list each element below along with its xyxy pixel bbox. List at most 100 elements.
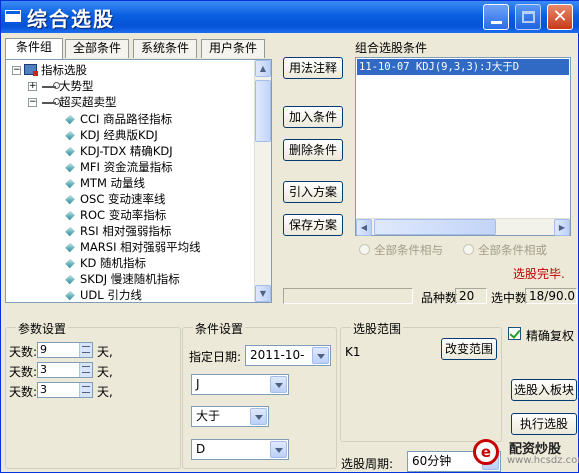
selected-value: 18/90.0: [525, 288, 577, 304]
diamond-icon: [65, 226, 75, 237]
param-label: 天数:: [9, 365, 38, 379]
diamond-icon: [65, 114, 75, 125]
spin-arrows-icon[interactable]: [79, 343, 92, 357]
select-value: D: [196, 442, 206, 456]
days-stepper[interactable]: 9: [37, 342, 93, 358]
param-unit: 天,: [97, 345, 113, 359]
range-value: K1: [345, 345, 361, 359]
diamond-icon: [65, 194, 75, 205]
tree-item[interactable]: RSI 相对强弱指标: [65, 223, 172, 239]
days-stepper[interactable]: 3: [37, 382, 93, 398]
tree-group-trend[interactable]: 大势型: [42, 78, 94, 94]
close-icon: ✕: [552, 6, 568, 27]
watermark: e 配资炒股 www.hcsdz.com: [471, 435, 579, 474]
scroll-down-arrow-icon[interactable]: ▼: [255, 285, 271, 302]
dropdown-arrow-icon[interactable]: [312, 347, 329, 364]
select-value: J: [196, 377, 200, 391]
tree-item[interactable]: MTM 动量线: [65, 175, 145, 191]
indicator-folder-icon: [24, 64, 38, 76]
count-label: 品种数: [421, 291, 458, 305]
date-picker[interactable]: 2011-10-: [245, 345, 331, 366]
tree-item[interactable]: KDJ 经典版KDJ: [65, 127, 158, 143]
operator-select[interactable]: 大于: [191, 406, 269, 427]
tree-item[interactable]: CCI 商品路径指标: [65, 111, 172, 127]
scroll-left-arrow-icon[interactable]: ◀: [356, 219, 372, 236]
scroll-thumb[interactable]: [374, 219, 496, 235]
maximize-button[interactable]: [515, 4, 541, 30]
usage-notes-button[interactable]: 用法注释: [283, 57, 343, 79]
period-label: 选股周期:: [341, 457, 394, 471]
change-range-button[interactable]: 改变范围: [441, 338, 497, 360]
diamond-icon: [65, 242, 75, 253]
execute-screening-button[interactable]: 执行选股: [511, 413, 577, 435]
key-icon: [42, 82, 60, 89]
delete-condition-button[interactable]: 删除条件: [283, 139, 343, 161]
combo-conditions-title: 组合选股条件: [355, 41, 428, 55]
param-label: 天数:: [9, 385, 38, 399]
tab-system-conditions[interactable]: 系统条件: [133, 39, 197, 58]
tree-root[interactable]: 指标选股: [24, 62, 87, 78]
tree-item-label: RSI 相对强弱指标: [80, 224, 172, 238]
precise-adjust-checkbox[interactable]: [508, 327, 521, 340]
collapse-toggle[interactable]: −: [12, 66, 21, 75]
tree-item-label: UDL 引力线: [80, 288, 142, 302]
tree-item[interactable]: MFI 资金流量指标: [65, 159, 173, 175]
days-stepper[interactable]: 3: [37, 362, 93, 378]
precise-adjust-label: 精确复权: [526, 329, 575, 343]
diamond-icon: [65, 290, 75, 301]
combo-conditions-list[interactable]: 11-10-07 KDJ(9,3,3):J大于D ◀ ▶: [355, 57, 571, 236]
tree-item[interactable]: KD 随机指标: [65, 255, 147, 271]
tab-all-conditions[interactable]: 全部条件: [65, 39, 129, 58]
dropdown-arrow-icon[interactable]: [270, 376, 287, 393]
scroll-right-arrow-icon[interactable]: ▶: [554, 219, 570, 236]
tree-item[interactable]: KDJ-TDX 精确KDJ: [65, 143, 173, 159]
select-value: 60分钟: [412, 454, 452, 468]
tree-item-label: KDJ-TDX 精确KDJ: [80, 144, 173, 158]
expand-toggle[interactable]: +: [28, 82, 37, 91]
tree-item-label: KD 随机指标: [80, 256, 147, 270]
scroll-up-arrow-icon[interactable]: ▲: [255, 60, 271, 77]
left-operand-select[interactable]: J: [191, 374, 289, 395]
tree-item[interactable]: ROC 变动率指标: [65, 207, 166, 223]
range-title: 选股范围: [351, 320, 404, 337]
combo-hscrollbar[interactable]: ◀ ▶: [356, 218, 570, 236]
import-plan-button[interactable]: 引入方案: [283, 181, 343, 203]
stepper-value: 9: [40, 343, 47, 356]
date-label: 指定日期:: [189, 350, 242, 364]
spin-arrows-icon[interactable]: [79, 363, 92, 377]
spin-arrows-icon[interactable]: [79, 383, 92, 397]
tree-item[interactable]: MARSI 相对强弱平均线: [65, 239, 201, 255]
window-icon: [5, 10, 21, 22]
key-icon: [42, 98, 60, 105]
dropdown-arrow-icon[interactable]: [270, 441, 287, 458]
tree-group-overbought[interactable]: 超买超卖型: [42, 94, 117, 110]
param-unit: 天,: [97, 385, 113, 399]
tab-user-conditions[interactable]: 用户条件: [201, 39, 265, 58]
condition-tree[interactable]: − 指标选股 + 大势型 − 超买超卖型 CCI 商品路径指标 KDJ 经典版K…: [5, 59, 272, 303]
scroll-thumb[interactable]: [255, 80, 271, 142]
window-title: 综合选股: [27, 7, 115, 31]
stepper-value: 3: [40, 363, 47, 376]
radio-all-or[interactable]: 全部条件相或: [463, 242, 547, 258]
tree-item-label: KDJ 经典版KDJ: [80, 128, 158, 142]
tree-item[interactable]: SKDJ 慢速随机指标: [65, 271, 180, 287]
add-condition-button[interactable]: 加入条件: [283, 106, 343, 128]
tab-condition-group[interactable]: 条件组: [5, 38, 63, 59]
tree-item[interactable]: OSC 变动速率线: [65, 191, 166, 207]
params-title: 参数设置: [16, 320, 69, 337]
combo-condition-item[interactable]: 11-10-07 KDJ(9,3,3):J大于D: [357, 59, 569, 75]
tree-item[interactable]: UDL 引力线: [65, 287, 142, 302]
minimize-button[interactable]: [483, 4, 509, 30]
title-bar[interactable]: 综合选股 ✕: [1, 1, 579, 33]
close-button[interactable]: ✕: [547, 4, 573, 30]
dropdown-arrow-icon[interactable]: [250, 408, 267, 425]
radio-all-and[interactable]: 全部条件相与: [359, 242, 443, 258]
tree-scrollbar[interactable]: ▲ ▼: [254, 60, 271, 302]
add-to-block-button[interactable]: 选股入板块: [511, 379, 577, 401]
collapse-toggle[interactable]: −: [28, 98, 37, 107]
right-operand-select[interactable]: D: [191, 439, 289, 460]
date-value: 2011-10-: [250, 348, 305, 362]
tree-group-label: 大势型: [59, 79, 94, 93]
tree-group-label: 超买超卖型: [59, 95, 117, 109]
save-plan-button[interactable]: 保存方案: [283, 214, 343, 236]
